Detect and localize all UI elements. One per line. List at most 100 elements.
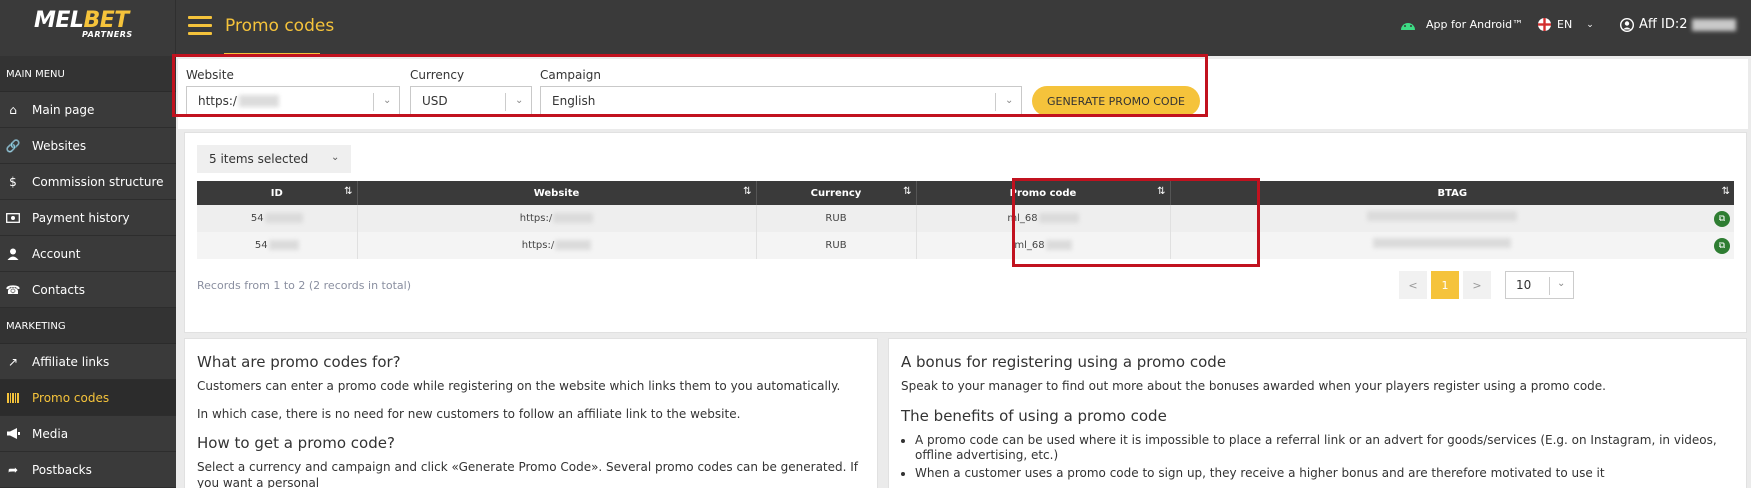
sidebar-item-label: Promo codes [32, 390, 110, 405]
sort-icon[interactable]: ⇅ [903, 186, 911, 197]
user-icon [6, 247, 20, 261]
filter-highlight-box [172, 54, 1208, 117]
share-icon: ➦ [7, 462, 19, 477]
redacted-id [268, 240, 299, 250]
sidebar-item-promo-codes[interactable]: Promo codes [0, 380, 176, 416]
sidebar-item-label: Payment history [32, 210, 130, 225]
sidebar-item-label: Media [32, 426, 69, 441]
marketing-heading: MARKETING [0, 308, 176, 344]
top-bar: MELBET PARTNERS Promo codes App for Andr… [0, 0, 1751, 56]
column-header-currency[interactable]: Currency ⇅ [756, 181, 917, 205]
chevron-down-icon: ⌄ [1557, 278, 1566, 289]
sidebar-item-affiliate-links[interactable]: ↗ Affiliate links [0, 344, 176, 380]
affiliate-account[interactable]: Aff ID:2 [1620, 17, 1737, 32]
sidebar-item-main-page[interactable]: ⌂ Main page [0, 92, 176, 128]
sidebar: MAIN MENU ⌂ Main page 🔗 Websites $ Commi… [0, 56, 176, 488]
user-circle-icon [1620, 17, 1634, 32]
info-title-benefits: The benefits of using a promo code [901, 406, 1167, 425]
promo-code-highlight-box [1012, 178, 1260, 267]
table-row: 54 https:/ RUB ml_68 ⧉ [197, 232, 1734, 259]
pagination-page-1[interactable]: 1 [1431, 271, 1459, 299]
sidebar-item-account[interactable]: Account [0, 236, 176, 272]
cell-website: https:/ [357, 205, 757, 232]
info-title-bonus: A bonus for registering using a promo co… [901, 353, 1227, 371]
logo-subtitle: PARTNERS [82, 30, 133, 39]
page-title: Promo codes [225, 16, 335, 36]
sidebar-item-label: Main page [32, 102, 95, 117]
sidebar-item-label: Websites [32, 138, 87, 153]
info-title-what-are: What are promo codes for? [197, 353, 401, 371]
sidebar-item-postbacks[interactable]: ➦ Postbacks [0, 452, 176, 488]
info-card-promo-purpose: What are promo codes for? Customers can … [184, 338, 878, 488]
sidebar-item-commission[interactable]: $ Commission structure [0, 164, 176, 200]
app-window: MELBET PARTNERS Promo codes App for Andr… [0, 0, 1751, 488]
android-app-label: App for Android™ [1426, 18, 1524, 31]
redacted-website [555, 240, 592, 250]
list-item: When a customer uses a promo code to sig… [915, 466, 1734, 482]
link-icon: 🔗 [5, 138, 21, 153]
sidebar-item-label: Contacts [32, 282, 85, 297]
copy-icon[interactable]: ⧉ [1714, 237, 1730, 254]
list-item: A promo code can be used where it is imp… [915, 433, 1734, 464]
info-title-how-to-get: How to get a promo code? [197, 434, 395, 453]
affiliate-id-label: Aff ID:2 [1639, 17, 1688, 32]
sort-icon[interactable]: ⇅ [1722, 186, 1730, 197]
redacted-id [264, 213, 303, 223]
barcode-icon [6, 391, 20, 405]
sidebar-item-label: Account [32, 246, 81, 261]
info-text: Speak to your manager to find out more a… [901, 379, 1606, 393]
dollar-icon: $ [9, 174, 17, 189]
pagination-prev-button[interactable]: < [1399, 271, 1427, 299]
logo[interactable]: MELBET PARTNERS [0, 0, 176, 56]
column-selector[interactable]: 5 items selected ⌄ [197, 145, 351, 173]
menu-toggle-icon[interactable] [188, 16, 212, 36]
info-text: Select a currency and campaign and click… [197, 460, 859, 488]
cell-currency: RUB [756, 232, 917, 259]
info-text: In which case, there is no need for new … [197, 406, 741, 421]
android-app-link[interactable]: App for Android™ [1400, 18, 1523, 31]
sidebar-item-label: Affiliate links [32, 354, 110, 369]
cell-website: https:/ [357, 232, 757, 259]
promo-codes-table: ID ⇅ Website ⇅ Currency ⇅ Promo code ⇅ BTAG ⇅… [197, 181, 1734, 259]
benefits-list: A promo code can be used where it is imp… [915, 433, 1734, 482]
column-header-website[interactable]: Website ⇅ [357, 181, 757, 205]
records-summary: Records from 1 to 2 (2 records in total) [197, 279, 411, 292]
main-content: Website https:/ ⌄ Currency USD ⌄ Campaig… [172, 54, 1751, 488]
cell-id: 54 [197, 205, 358, 232]
cell-currency: RUB [756, 205, 917, 232]
redacted-btag [1373, 237, 1512, 248]
language-selector[interactable]: EN ⌄ [1538, 18, 1594, 31]
info-card-bonus: A bonus for registering using a promo co… [888, 338, 1747, 488]
money-icon [6, 211, 20, 225]
sidebar-item-websites[interactable]: 🔗 Websites [0, 128, 176, 164]
chevron-down-icon: ⌄ [1586, 19, 1594, 30]
android-icon [1401, 22, 1415, 30]
table-row: 54 https:/ RUB ml_68 ⧉ [197, 205, 1734, 232]
chevron-down-icon: ⌄ [331, 152, 340, 163]
page-size-select[interactable]: 10 ⌄ [1505, 271, 1574, 299]
promo-codes-table-card: 5 items selected ⌄ ID ⇅ Website ⇅ Currency… [184, 132, 1747, 333]
pagination-next-button[interactable]: > [1463, 271, 1491, 299]
info-text: Customers can enter a promo code while r… [197, 379, 841, 393]
page-size-value: 10 [1516, 278, 1532, 292]
cell-id: 54 [197, 232, 358, 259]
column-header-id[interactable]: ID ⇅ [197, 181, 358, 205]
redacted-affiliate-id [1692, 18, 1737, 31]
sidebar-item-contacts[interactable]: ☎ Contacts [0, 272, 176, 308]
sidebar-item-label: Commission structure [32, 174, 164, 189]
sort-icon[interactable]: ⇅ [743, 186, 751, 197]
redacted-btag [1367, 210, 1518, 221]
copy-icon[interactable]: ⧉ [1714, 210, 1730, 227]
external-link-icon: ↗ [7, 354, 19, 369]
main-menu-heading: MAIN MENU [0, 56, 176, 92]
uk-flag-icon [1538, 18, 1551, 31]
column-selector-value: 5 items selected [209, 152, 309, 166]
megaphone-icon [6, 427, 20, 441]
sidebar-item-payment-history[interactable]: Payment history [0, 200, 176, 236]
home-icon: ⌂ [9, 102, 17, 117]
redacted-website [553, 213, 594, 223]
sort-icon[interactable]: ⇅ [344, 186, 352, 197]
sidebar-item-label: Postbacks [32, 462, 92, 477]
language-label: EN [1557, 18, 1573, 31]
sidebar-item-media[interactable]: Media [0, 416, 176, 452]
